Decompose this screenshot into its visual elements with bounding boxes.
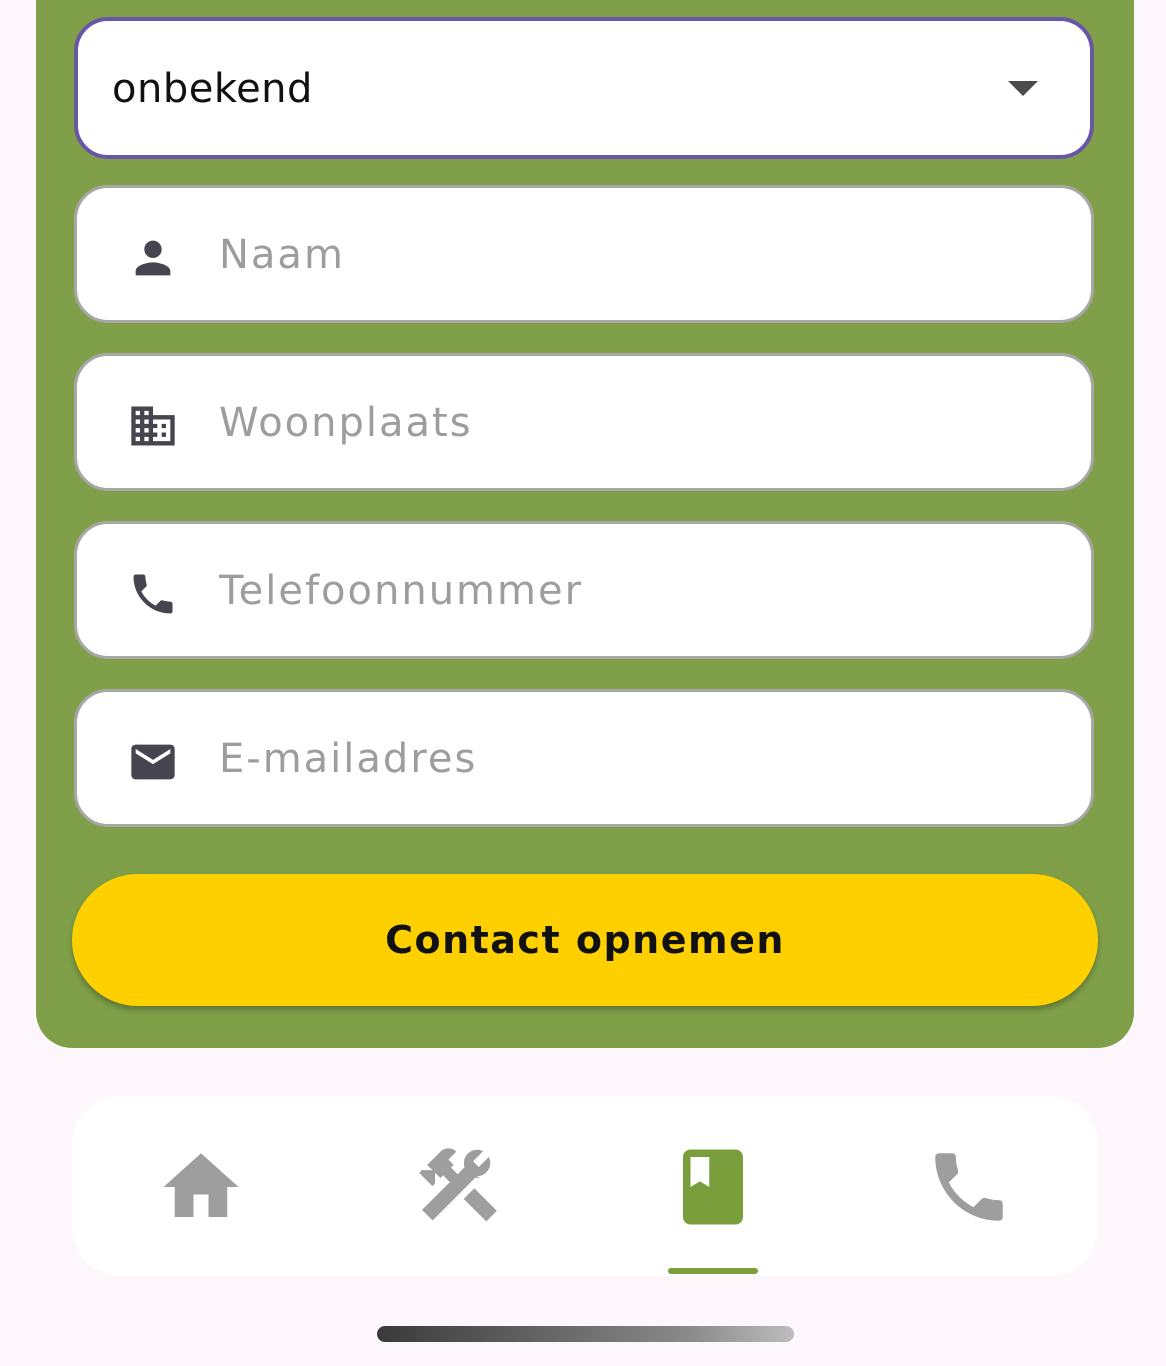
status-select[interactable]: onbekend [74, 17, 1094, 159]
nav-item-services[interactable] [412, 1142, 502, 1232]
name-field[interactable] [74, 185, 1094, 323]
status-select-value: onbekend [112, 66, 313, 112]
email-input[interactable] [219, 728, 1039, 790]
nav-item-catalog[interactable] [668, 1142, 758, 1232]
phone-icon [133, 574, 173, 614]
phone-icon [935, 1153, 1003, 1221]
contact-submit-button[interactable]: Contact opnemen [72, 874, 1098, 1006]
phone-field[interactable] [74, 521, 1094, 659]
tools-icon [419, 1148, 497, 1222]
system-home-indicator[interactable] [377, 1326, 794, 1342]
mail-icon [131, 744, 175, 780]
home-icon [163, 1153, 239, 1217]
book-icon [683, 1149, 743, 1225]
city-input[interactable] [219, 392, 1039, 454]
nav-item-contact[interactable] [924, 1142, 1014, 1232]
city-field[interactable] [74, 353, 1094, 491]
bottom-navigation [72, 1096, 1098, 1276]
name-input[interactable] [219, 224, 1039, 286]
active-tab-indicator [668, 1268, 758, 1274]
phone-input[interactable] [219, 560, 1039, 622]
nav-item-home[interactable] [156, 1142, 246, 1232]
person-icon [135, 240, 171, 276]
building-icon [131, 406, 175, 446]
arrow-drop-down-icon [1008, 81, 1038, 96]
email-field[interactable] [74, 689, 1094, 827]
